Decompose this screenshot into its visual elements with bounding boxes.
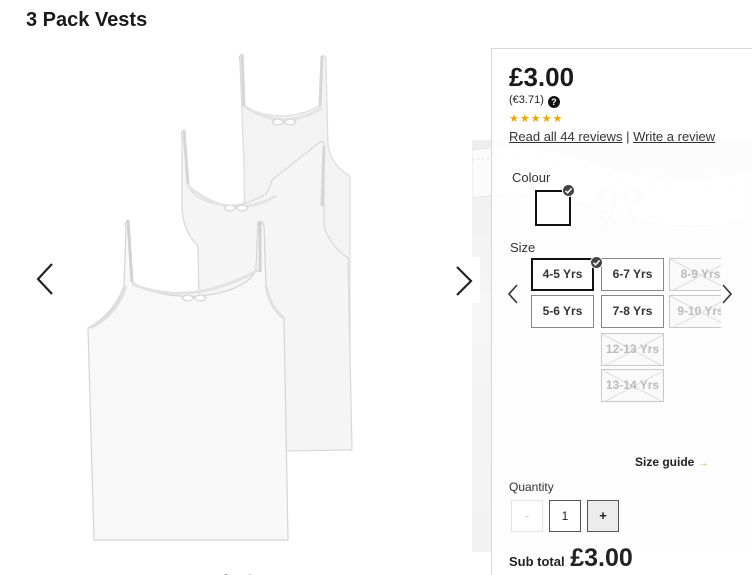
- chevron-left-icon: [507, 284, 518, 304]
- subtotal-amount: £3.00: [570, 544, 633, 572]
- subtotal-label: Sub total: [509, 554, 565, 569]
- size-prev-button[interactable]: [507, 283, 519, 310]
- size-option-7-8[interactable]: 7-8 Yrs: [601, 295, 664, 328]
- size-option-5-6[interactable]: 5-6 Yrs: [531, 295, 594, 328]
- reviews-separator: |: [622, 129, 634, 144]
- chevron-left-icon: [36, 263, 53, 295]
- size-guide-link[interactable]: Size guide →: [635, 455, 708, 469]
- gallery-next-button[interactable]: [446, 257, 480, 303]
- size-options: 4-5 Yrs 6-7 Yrs 8-9 Yrs 5-6 Yrs 7-8 Yrs …: [531, 256, 721, 406]
- colour-label: Colour: [512, 170, 551, 185]
- size-label: Size: [510, 240, 536, 255]
- size-option-label: 4-5 Yrs: [542, 267, 583, 281]
- size-option-label: 12-13 Yrs: [605, 342, 660, 356]
- size-option-label: 9-10 Yrs: [677, 304, 721, 318]
- chevron-right-icon: [722, 284, 733, 304]
- size-option-8-9: 8-9 Yrs: [669, 258, 721, 291]
- product-title: 3 Pack Vests: [26, 9, 148, 31]
- write-review-link[interactable]: Write a review: [633, 129, 715, 144]
- selected-check-icon: [590, 256, 603, 269]
- size-option-label: 7-8 Yrs: [612, 304, 653, 318]
- product-price: £3.00: [509, 62, 575, 92]
- quantity-increase-button[interactable]: +: [587, 500, 619, 532]
- quantity-label: Quantity: [509, 480, 554, 494]
- alt-currency-price: (€3.71)?: [509, 94, 560, 108]
- gallery-prev-button[interactable]: [34, 262, 56, 296]
- product-page: 3 Pack Vests £3.00 (€3.71) ? ★★★★★ Read …: [0, 0, 752, 575]
- reviews-row: Read all 44 reviews | Write a review: [509, 129, 715, 144]
- size-option-4-5[interactable]: 4-5 Yrs: [531, 258, 594, 291]
- chevron-right-icon: [456, 266, 473, 296]
- read-reviews-link[interactable]: Read all 44 reviews: [509, 129, 622, 144]
- star-rating: ★★★★★: [509, 113, 564, 125]
- quantity-decrease-button[interactable]: -: [511, 500, 543, 532]
- size-option-13-14: 13-14 Yrs: [601, 369, 664, 402]
- product-image[interactable]: [70, 46, 430, 551]
- size-next-button[interactable]: [721, 283, 733, 310]
- size-option-label: 13-14 Yrs: [605, 378, 660, 392]
- size-guide-label: Size guide: [635, 455, 695, 469]
- purchase-panel: £3.00 (€3.71)? ★★★★★ Read all 44 reviews…: [491, 48, 752, 575]
- size-option-9-10: 9-10 Yrs: [669, 295, 721, 328]
- size-option-label: 6-7 Yrs: [612, 267, 653, 281]
- selected-check-icon: [562, 184, 575, 197]
- product-gallery: [0, 46, 490, 575]
- size-option-label: 8-9 Yrs: [680, 267, 721, 281]
- size-option-label: 5-6 Yrs: [542, 304, 583, 318]
- subtotal: Sub total £3.00: [509, 544, 633, 573]
- size-option-6-7[interactable]: 6-7 Yrs: [601, 258, 664, 291]
- size-option-12-13: 12-13 Yrs: [601, 333, 664, 366]
- quantity-input[interactable]: 1: [549, 500, 581, 532]
- colour-swatch-white[interactable]: [535, 184, 575, 226]
- help-icon[interactable]: ?: [547, 96, 560, 108]
- alt-price-value: (€3.71): [509, 94, 544, 106]
- arrow-right-icon: →: [698, 458, 709, 469]
